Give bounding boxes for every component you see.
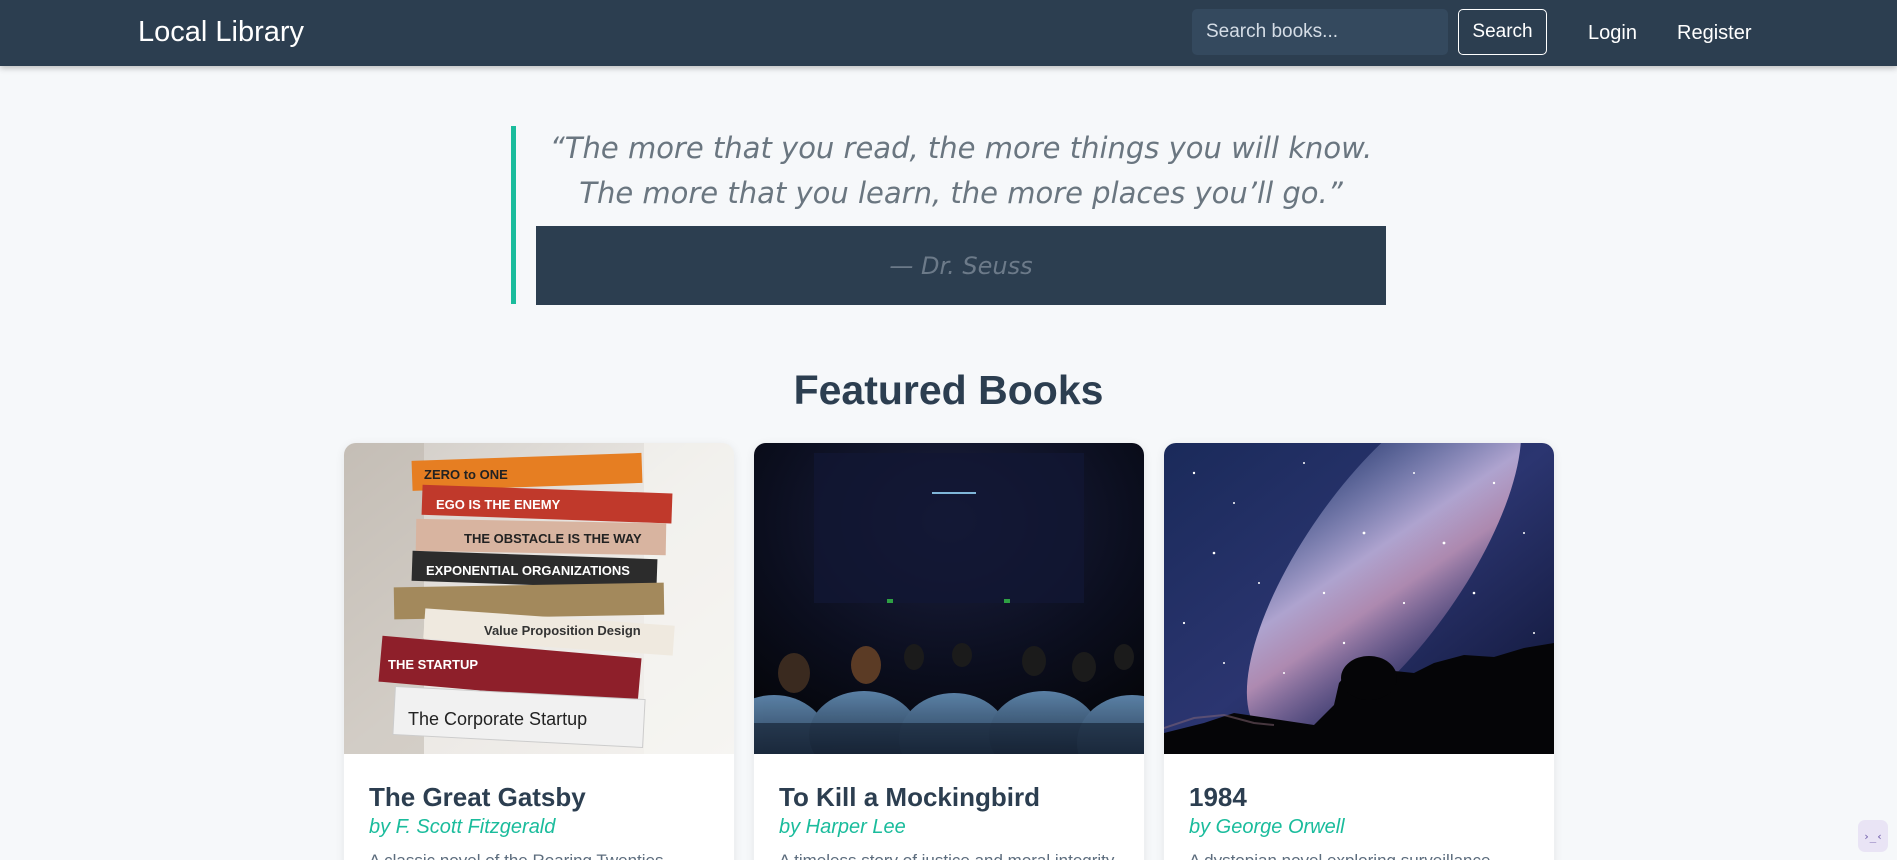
book-cover-image	[1164, 443, 1554, 754]
book-title: The Great Gatsby	[369, 782, 586, 812]
book-description: A classic novel of the Roaring Twenties	[369, 849, 714, 860]
book-cover-image	[754, 443, 1144, 754]
book-title: To Kill a Mockingbird	[779, 782, 1040, 812]
brand-logo-link[interactable]: Local Library	[138, 14, 304, 50]
book-author: by F. Scott Fitzgerald	[369, 816, 556, 838]
top-navbar: Local Library Search Login Register	[0, 0, 1897, 66]
assistant-widget-icon[interactable]: ›_‹	[1858, 820, 1888, 852]
featured-books-heading: Featured Books	[793, 367, 1104, 413]
book-description: A dystopian novel exploring surveillance	[1189, 849, 1534, 860]
book-card[interactable]: To Kill a Mockingbird by Harper Lee A ti…	[754, 443, 1144, 860]
book-title: 1984	[1189, 782, 1247, 812]
book-cover-image: ZERO to ONE EGO IS THE ENEMY THE OBSTACL…	[344, 443, 734, 754]
quote-author: — Dr. Seuss	[889, 251, 1033, 280]
search-input[interactable]	[1192, 9, 1448, 55]
book-card[interactable]: ZERO to ONE EGO IS THE ENEMY THE OBSTACL…	[344, 443, 734, 860]
svg-text:ZERO to ONE: ZERO to ONE	[424, 467, 508, 482]
login-link[interactable]: Login	[1588, 19, 1637, 47]
svg-text:THE STARTUP: THE STARTUP	[388, 657, 478, 672]
book-author: by Harper Lee	[779, 816, 906, 838]
book-description: A timeless story of justice and moral in…	[779, 849, 1124, 860]
book-author: by George Orwell	[1189, 816, 1345, 838]
quote-accent-bar	[511, 126, 516, 304]
svg-text:THE OBSTACLE IS THE WAY: THE OBSTACLE IS THE WAY	[464, 531, 642, 546]
svg-text:EGO IS THE ENEMY: EGO IS THE ENEMY	[436, 497, 561, 512]
quote-author-box: — Dr. Seuss	[536, 226, 1386, 305]
svg-text:EXPONENTIAL ORGANIZATIONS: EXPONENTIAL ORGANIZATIONS	[426, 563, 630, 578]
quote-text: “The more that you read, the more things…	[549, 131, 1373, 210]
book-card[interactable]: 1984 by George Orwell A dystopian novel …	[1164, 443, 1554, 860]
register-link[interactable]: Register	[1677, 19, 1751, 47]
svg-text:Value Proposition Design: Value Proposition Design	[484, 623, 641, 638]
search-button[interactable]: Search	[1458, 9, 1547, 55]
svg-text:The Corporate Startup: The Corporate Startup	[408, 709, 587, 729]
